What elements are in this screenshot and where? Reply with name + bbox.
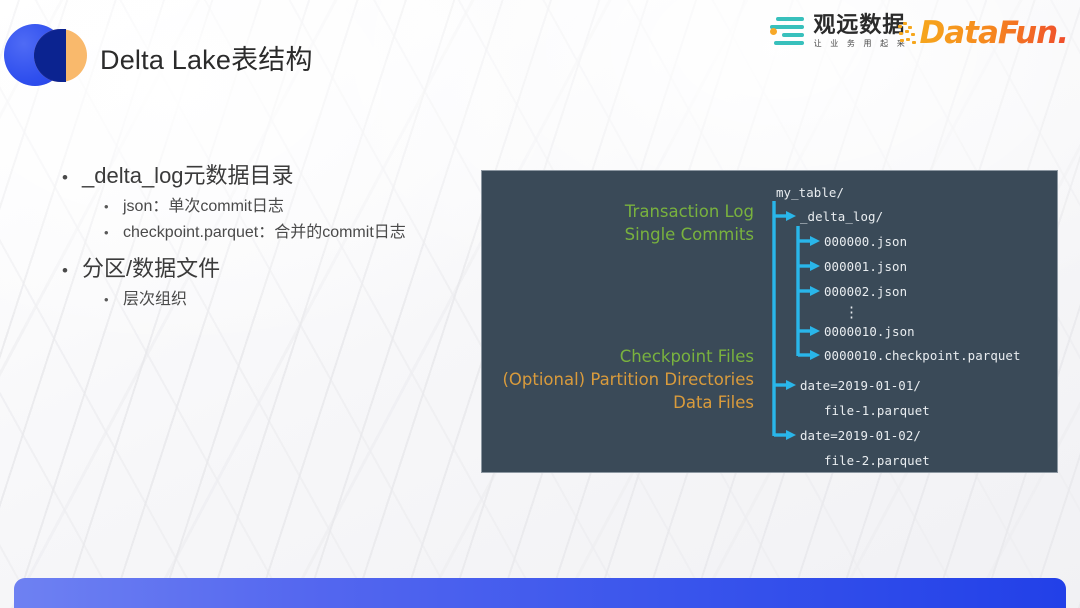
tree-node-json: 0000010.json <box>824 324 915 339</box>
bullet-text: json：单次commit日志 <box>123 198 284 215</box>
tree-node-root: my_table/ <box>776 185 845 200</box>
bullet-item-level2: • checkpoint.parquet：合并的commit日志 <box>104 218 462 242</box>
diagram-label: Single Commits <box>624 225 754 244</box>
bar-stack-icon <box>769 15 804 47</box>
overlapping-circles-logo <box>4 22 88 88</box>
footer-accent-bar <box>14 578 1066 608</box>
tree-node-checkpoint: 0000010.checkpoint.parquet <box>824 348 1021 363</box>
bullet-text: checkpoint.parquet：合并的commit日志 <box>123 224 406 241</box>
guanyuan-logo: 观远数据 让 业 务 用 起 来 <box>769 13 908 49</box>
diagram-label: Transaction Log <box>624 202 754 221</box>
tree-node-json: 000002.json <box>824 284 908 299</box>
bullet-dot-icon: • <box>104 199 109 214</box>
slide-canvas: Delta Lake表结构 观远数据 让 业 务 用 起 来 DataFun. … <box>0 0 1080 608</box>
slide-header: Delta Lake表结构 观远数据 让 业 务 用 起 来 DataFun. <box>0 0 1080 96</box>
guanyuan-wordmark: 观远数据 让 业 务 用 起 来 <box>811 13 908 49</box>
tree-node-ellipsis: ⋮ <box>844 303 860 321</box>
tree-node-data-file: file-2.parquet <box>824 453 930 468</box>
tree-node-json: 000000.json <box>824 234 908 249</box>
bullet-item-level1: • 分区/数据文件 <box>62 251 462 283</box>
dot-matrix-icon <box>898 21 918 47</box>
delta-lake-structure-diagram: Transaction Log Single Commits Checkpoin… <box>481 170 1058 473</box>
bullet-dot-icon: • <box>104 292 109 307</box>
guanyuan-name: 观远数据 <box>813 12 906 37</box>
tree-node-delta-log: _delta_log/ <box>800 209 884 224</box>
bullet-item-level2: • 层次组织 <box>104 285 462 309</box>
diagram-label: (Optional) Partition Directories <box>502 370 754 389</box>
bullet-list: • _delta_log元数据目录 • json：单次commit日志 • ch… <box>62 158 462 311</box>
tree-node-partition-dir: date=2019-01-02/ <box>800 428 921 443</box>
bullet-dot-icon: • <box>104 225 109 240</box>
bullet-text: 分区/数据文件 <box>82 256 221 281</box>
bullet-text: _delta_log元数据目录 <box>82 163 294 188</box>
tree-arrow-heads <box>786 211 820 440</box>
bullet-spacer <box>62 244 462 251</box>
bullet-dot-icon: • <box>62 168 68 187</box>
page-title: Delta Lake表结构 <box>100 45 313 75</box>
tree-node-partition-dir: date=2019-01-01/ <box>800 378 921 393</box>
checkpoint-data-label-group: Checkpoint Files (Optional) Partition Di… <box>502 345 754 414</box>
diagram-label: Data Files <box>673 393 754 412</box>
bullet-text: 层次组织 <box>123 291 188 308</box>
diagram-label: Checkpoint Files <box>619 347 754 366</box>
bullet-item-level1: • _delta_log元数据目录 <box>62 158 462 190</box>
bullet-dot-icon: • <box>62 261 68 280</box>
datafun-wordmark: DataFun. <box>919 15 1069 51</box>
tree-node-json: 000001.json <box>824 259 908 274</box>
guanyuan-tagline: 让 业 务 用 起 来 <box>813 39 908 49</box>
transaction-log-label-group: Transaction Log Single Commits <box>625 200 754 246</box>
datafun-logo: DataFun. <box>898 15 1069 51</box>
bullet-item-level2: • json：单次commit日志 <box>104 192 462 216</box>
tree-node-data-file: file-1.parquet <box>824 403 930 418</box>
accent-dot-icon <box>769 28 777 36</box>
